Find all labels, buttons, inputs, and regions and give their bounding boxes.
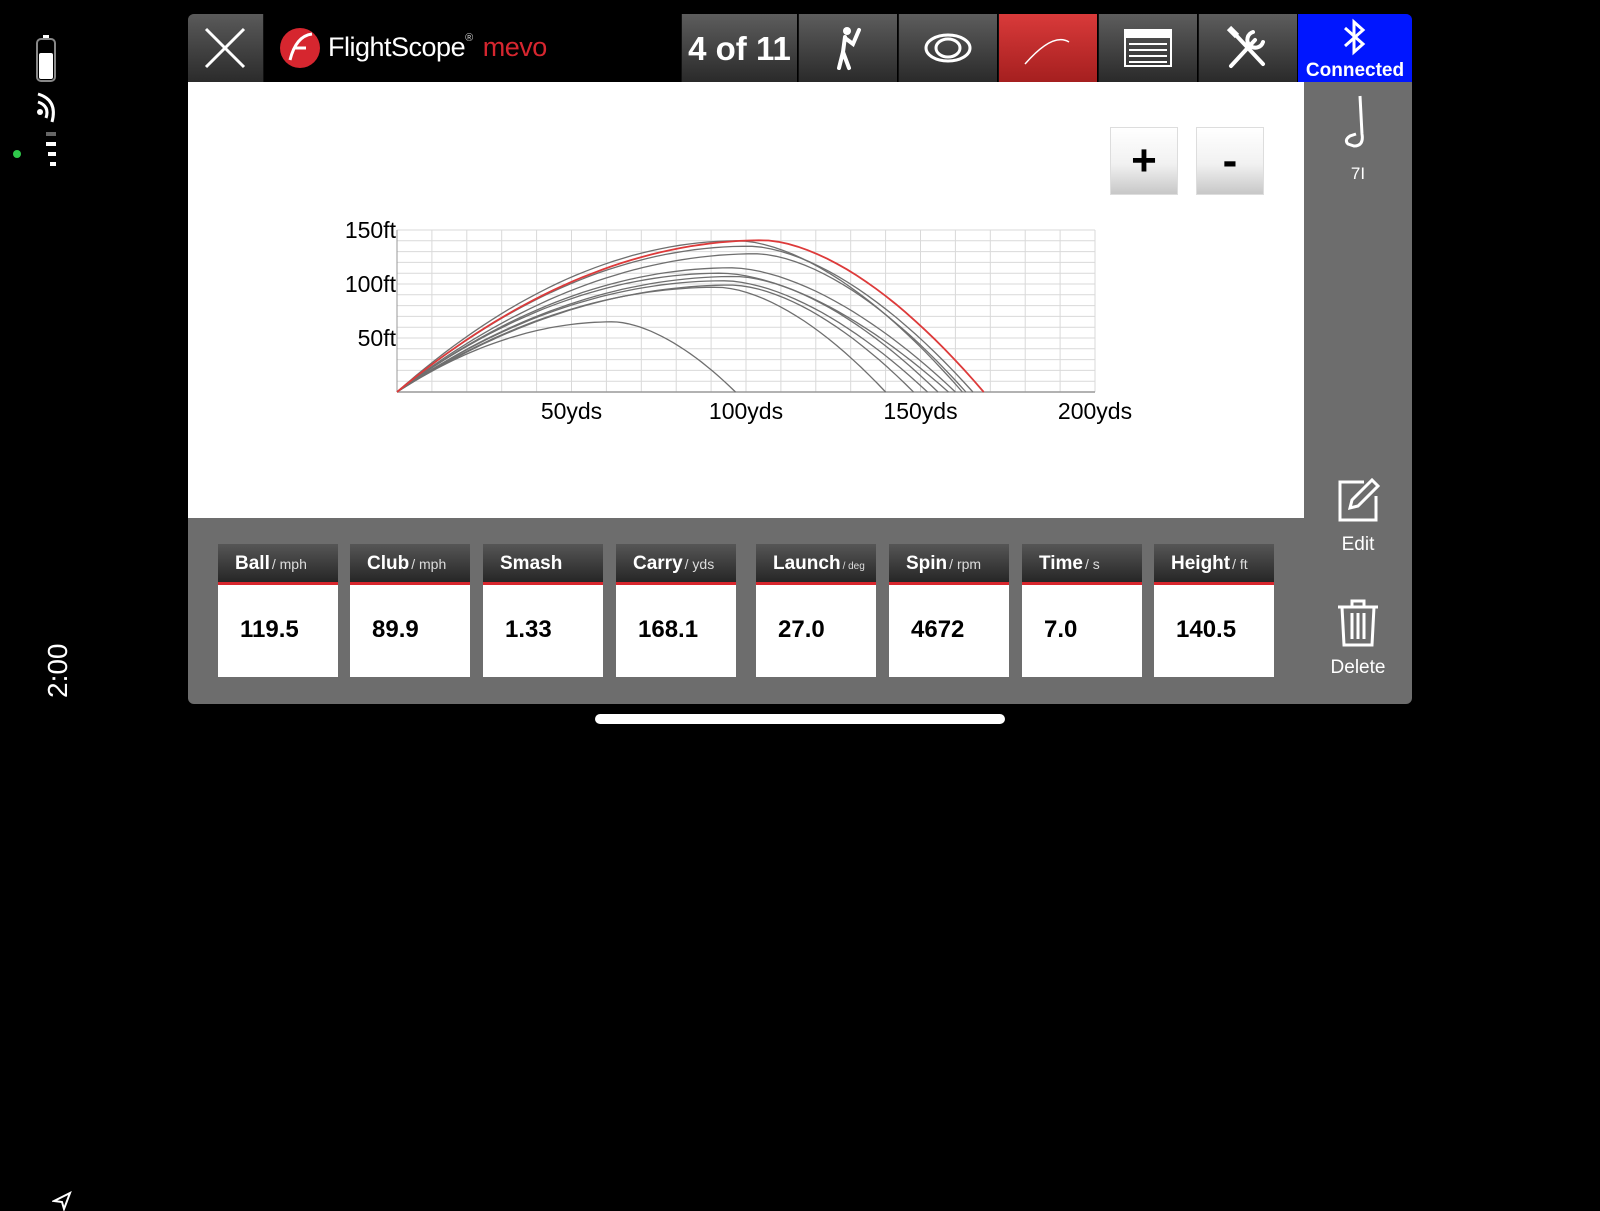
shot-trajectory — [396, 272, 949, 393]
home-indicator[interactable] — [595, 714, 1005, 724]
y-tick-label: 100ft — [345, 271, 397, 297]
close-button[interactable] — [188, 14, 264, 82]
edit-button[interactable]: Edit — [1304, 476, 1412, 566]
metric-unit: / yds — [684, 556, 715, 572]
metric-value: 4672 — [911, 616, 965, 643]
brand-name: FlightScope® mevo — [328, 32, 547, 63]
metric-value: 140.5 — [1176, 616, 1237, 643]
golfer-view-button[interactable] — [798, 14, 897, 82]
connection-label: Connected — [1305, 60, 1405, 81]
activity-dot — [13, 150, 21, 158]
wifi-icon — [37, 92, 55, 123]
metric-value: 168.1 — [638, 616, 699, 643]
club-selector[interactable]: 7I — [1304, 94, 1412, 194]
trajectory-icon — [1024, 38, 1070, 65]
zoom-out-label: - — [1222, 136, 1238, 185]
status-time: 2:00 — [42, 643, 73, 699]
zoom-out-button[interactable]: - — [1196, 127, 1264, 195]
eye-icon — [924, 33, 972, 63]
table-icon — [1124, 29, 1172, 67]
brand-logo: FlightScope® mevo — [278, 24, 568, 72]
metric-header: Launch / deg — [756, 544, 876, 585]
metric-header: Spin / rpm — [889, 544, 1009, 585]
edit-icon — [1338, 477, 1381, 522]
bluetooth-status[interactable]: Connected — [1298, 14, 1412, 82]
metric-header: Height / ft — [1154, 544, 1274, 585]
metric-name: Carry / yds — [633, 553, 715, 574]
flightscope-app: FlightScope® mevo 4 of 11 Connected 50yd… — [188, 14, 1412, 704]
trajectory-view-button[interactable] — [998, 14, 1097, 82]
x-tick-label: 150yds — [883, 398, 957, 424]
y-tick-label: 150ft — [345, 217, 397, 243]
delete-label: Delete — [1330, 657, 1386, 678]
metric-header: Carry / yds — [616, 544, 736, 585]
brand-subtitle: mevo — [482, 32, 548, 62]
metric-name: Smash — [500, 553, 563, 574]
metric-smash[interactable]: Smash 1.33 — [483, 544, 603, 677]
metric-value: 7.0 — [1044, 616, 1078, 643]
metric-header: Time / s — [1022, 544, 1142, 585]
metric-unit: / mph — [271, 556, 307, 572]
y-tick-label: 50ft — [358, 325, 397, 351]
metric-name: Launch / deg — [773, 553, 865, 574]
golfer-icon — [837, 27, 861, 70]
signal-icon — [46, 132, 56, 166]
x-tick-label: 200yds — [1058, 398, 1132, 424]
metric-time[interactable]: Time / s 7.0 — [1022, 544, 1142, 677]
top-toolbar: FlightScope® mevo 4 of 11 Connected — [188, 14, 1412, 82]
metric-header: Ball / mph — [218, 544, 338, 585]
metric-name: Height / ft — [1171, 553, 1248, 574]
shot-counter[interactable]: 4 of 11 — [681, 14, 797, 82]
metric-header: Smash — [483, 544, 603, 585]
brand-title: FlightScope — [328, 32, 466, 62]
club-label: 7I — [1350, 164, 1366, 183]
metric-unit: / deg — [842, 561, 865, 572]
metric-name: Time / s — [1039, 553, 1100, 574]
metric-name: Ball / mph — [235, 553, 307, 574]
shot-counter-label: 4 of 11 — [688, 30, 791, 67]
metric-unit: / rpm — [949, 556, 982, 572]
metric-height[interactable]: Height / ft 140.5 — [1154, 544, 1274, 677]
battery-icon — [36, 35, 56, 82]
zoom-in-label: + — [1131, 136, 1157, 185]
flightscope-logo-icon — [280, 28, 320, 68]
tools-icon — [1226, 25, 1265, 68]
status-rail: 2:00 — [0, 0, 100, 1211]
table-view-button[interactable] — [1098, 14, 1197, 82]
metric-header: Club / mph — [350, 544, 470, 585]
metric-value: 1.33 — [505, 616, 552, 643]
metric-value: 119.5 — [240, 616, 299, 643]
x-tick-label: 50yds — [541, 398, 602, 424]
metric-name: Club / mph — [367, 553, 447, 574]
metric-value: 89.9 — [372, 616, 419, 643]
brand-trademark: ® — [465, 32, 473, 44]
metric-value: 27.0 — [778, 616, 825, 643]
location-icon — [52, 1191, 72, 1211]
zoom-in-button[interactable]: + — [1110, 127, 1178, 195]
golf-club-icon — [1344, 95, 1364, 148]
metric-unit: / s — [1085, 556, 1100, 572]
view-button[interactable] — [898, 14, 997, 82]
clock-container: 2:00 — [15, 595, 75, 1211]
settings-button[interactable] — [1198, 14, 1297, 82]
edit-label: Edit — [1341, 534, 1375, 555]
trash-icon — [1338, 599, 1378, 647]
metric-club-speed[interactable]: Club / mph 89.9 — [350, 544, 470, 677]
bluetooth-icon — [1344, 18, 1366, 56]
trajectory-chart-panel: 50yds 100yds 150yds 200yds 50ft 100ft 150ft + … — [188, 82, 1304, 518]
metric-name: Spin / rpm — [906, 553, 982, 574]
metric-ball-speed[interactable]: Ball / mph 119.5 — [218, 544, 338, 677]
metric-unit: / ft — [1232, 556, 1248, 572]
close-icon — [204, 27, 246, 69]
metric-spin[interactable]: Spin / rpm 4672 — [889, 544, 1009, 677]
x-tick-label: 100yds — [709, 398, 783, 424]
metric-launch[interactable]: Launch / deg 27.0 — [756, 544, 876, 677]
delete-button[interactable]: Delete — [1304, 599, 1412, 689]
metric-unit: / mph — [411, 556, 447, 572]
metric-carry[interactable]: Carry / yds 168.1 — [616, 544, 736, 677]
